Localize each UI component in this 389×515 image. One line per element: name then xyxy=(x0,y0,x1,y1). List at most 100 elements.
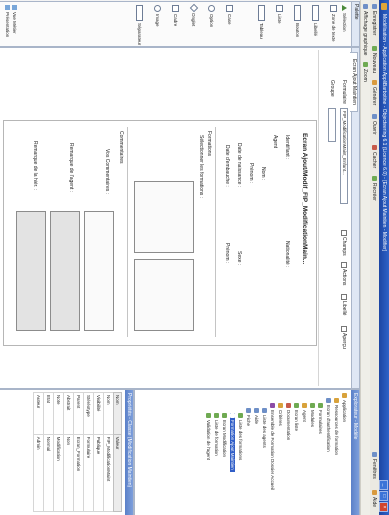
field-nom: Nom : xyxy=(260,167,266,181)
prop-value[interactable]: Formulaire xyxy=(83,434,94,512)
table-row[interactable]: Abstrait Non xyxy=(63,392,74,512)
table-row[interactable]: Nom FIP_ModificationMaint xyxy=(103,392,114,512)
form-icon xyxy=(230,413,235,418)
group-select[interactable] xyxy=(328,108,336,142)
tree-item[interactable]: Liste des agents xyxy=(262,408,267,448)
column-header: Nom xyxy=(113,392,122,435)
tree-item-selected[interactable]: Formation Ajout Maintien xyxy=(230,413,235,472)
tree-item[interactable]: Documentation xyxy=(286,403,291,440)
help-icon xyxy=(372,490,377,495)
comment-input-3[interactable] xyxy=(16,211,46,331)
toolbar-open-button[interactable]: Ouvrir xyxy=(371,114,378,135)
check-actions[interactable] xyxy=(341,262,347,268)
tree-item[interactable]: Agent xyxy=(302,403,307,422)
toolbar-hide-button[interactable]: Cacher xyxy=(371,145,378,168)
business-view-item[interactable]: Vue Métier xyxy=(12,5,17,37)
palette-item-checkbox[interactable]: Case xyxy=(226,5,233,25)
check-fields[interactable] xyxy=(341,230,347,236)
prop-name: Etat xyxy=(43,392,54,435)
palette-item-selection[interactable]: Sélection xyxy=(342,5,347,32)
form-editor: Ecran Ajout Maintien Formulaire FIP_Modi… xyxy=(0,47,360,389)
palette-item-textbox[interactable]: Zone de texte xyxy=(330,5,337,42)
graphic-view-button[interactable]: Affichage graphique xyxy=(362,4,369,55)
tree-item[interactable]: Modules xyxy=(310,403,315,427)
form-filter-select[interactable]: FIP_ModificationMaint_Enfant... xyxy=(340,108,348,204)
windows-icon xyxy=(372,452,377,457)
toolbar-rebuild-button[interactable]: Recréer xyxy=(371,176,378,201)
check-preview[interactable] xyxy=(341,326,347,332)
palette-item-list[interactable]: Liste xyxy=(276,5,283,24)
toolbar-generate-button[interactable]: Générer xyxy=(371,80,378,105)
form-icon xyxy=(222,413,227,418)
toolbar-help-button[interactable]: Aide xyxy=(371,490,378,507)
filter-row: Formulaire FIP_ModificationMaint_Enfant.… xyxy=(318,50,349,386)
app-icon xyxy=(381,3,387,10)
tree-item[interactable]: Formulaires xyxy=(318,403,323,434)
separator-formations xyxy=(215,127,216,337)
formations-selected-list[interactable] xyxy=(134,259,194,331)
prop-value[interactable]: Normal xyxy=(43,434,54,512)
check-label[interactable] xyxy=(341,294,347,300)
tree-item[interactable]: Liste de formation xyxy=(214,413,219,456)
tree-item[interactable]: Liste des formations xyxy=(238,413,243,460)
palette-item-image[interactable]: Image xyxy=(154,5,161,27)
toolbar-new-button[interactable]: Nouveau xyxy=(371,46,378,73)
close-button[interactable]: × xyxy=(379,502,388,512)
tree-item[interactable]: Ensemble de Formation Dossier Accueil xyxy=(270,403,275,490)
prop-value[interactable]: Ecran_Formation xyxy=(73,434,84,512)
prop-value[interactable]: Publique xyxy=(93,434,104,512)
table-row[interactable]: Visibilité Publique xyxy=(93,392,104,512)
folder-icon xyxy=(334,398,339,403)
palette-item-label[interactable]: Libellé xyxy=(312,5,319,36)
prop-value[interactable]: Modification xyxy=(53,434,64,512)
table-row[interactable]: Note Modification xyxy=(53,392,64,512)
comment-input-1[interactable] xyxy=(84,211,114,331)
form-icon xyxy=(214,413,219,418)
main-toolbar: Enregistrer Nouveau Générer Ouvrir Cache… xyxy=(369,0,379,515)
minimize-button[interactable]: _ xyxy=(379,480,388,490)
tree-item[interactable]: Ressources de formation xyxy=(334,398,339,455)
presentation-item[interactable]: Présentation xyxy=(5,5,10,37)
tab-ecran-ajout[interactable]: Ecran Ajout Maintien xyxy=(350,52,358,112)
field-nationalite: Nationalité : xyxy=(284,241,290,268)
prop-value[interactable]: FIP_ModificationMaint xyxy=(103,434,114,512)
section-commentaires: Commentaires xyxy=(118,131,124,164)
tree-item[interactable]: Aide xyxy=(254,408,259,424)
table-row[interactable]: Auteur Admin xyxy=(33,392,44,512)
zoom-button[interactable]: Zoom xyxy=(362,62,369,82)
prop-name: Stéréotype xyxy=(83,392,94,435)
table-row[interactable]: Parent Ecran_Formation xyxy=(73,392,84,512)
explorer-header: Explorateur - Modèle xyxy=(351,390,359,515)
field-date-embauche: Date d'embauche : xyxy=(224,145,230,187)
graphic-view-icon xyxy=(363,4,368,9)
tree-item[interactable]: Fiche xyxy=(246,408,251,426)
table-row[interactable]: Stéréotype Formulaire xyxy=(83,392,94,512)
palette-item-frame[interactable]: Cadre xyxy=(172,5,179,26)
image-icon xyxy=(154,5,161,12)
tree-item[interactable]: Critères xyxy=(278,403,283,426)
textbox-icon xyxy=(330,5,337,12)
palette-item-table[interactable]: Tableau xyxy=(258,5,265,39)
palette-item-tab[interactable]: Onglet xyxy=(189,3,199,26)
table-row[interactable]: Etat Normal xyxy=(43,392,54,512)
tree-item[interactable]: Ecran Modification xyxy=(222,413,227,457)
formations-available-list[interactable] xyxy=(134,181,194,253)
comment-input-2[interactable] xyxy=(50,211,80,331)
palette-item-button[interactable]: Bouton xyxy=(294,5,301,37)
prop-value[interactable]: Non xyxy=(63,434,74,512)
form-filter-label: Formulaire xyxy=(341,80,347,104)
toolbar-save-button[interactable]: Enregistrer xyxy=(371,4,378,35)
palette-item-radio[interactable]: Option xyxy=(208,5,215,27)
table-icon xyxy=(258,5,265,21)
maximize-button[interactable]: □ xyxy=(379,491,388,501)
toolbar-windows-button[interactable]: Fenêtres xyxy=(371,452,378,479)
prop-value[interactable]: Admin xyxy=(33,434,44,512)
comment-label-3: Remarque de la hiér. : xyxy=(32,141,38,191)
new-icon xyxy=(372,46,377,51)
palette-item-separator[interactable]: Séparateur xyxy=(136,5,143,45)
tree-item[interactable]: Ecran liste xyxy=(294,403,299,431)
tree-item[interactable]: Ecran d'authentification xyxy=(326,398,331,452)
palette-footer: Vue Métier Présentation xyxy=(5,5,19,37)
tree-item[interactable]: Application xyxy=(342,393,347,422)
tree-item[interactable]: Validation de l'agent xyxy=(206,413,211,460)
